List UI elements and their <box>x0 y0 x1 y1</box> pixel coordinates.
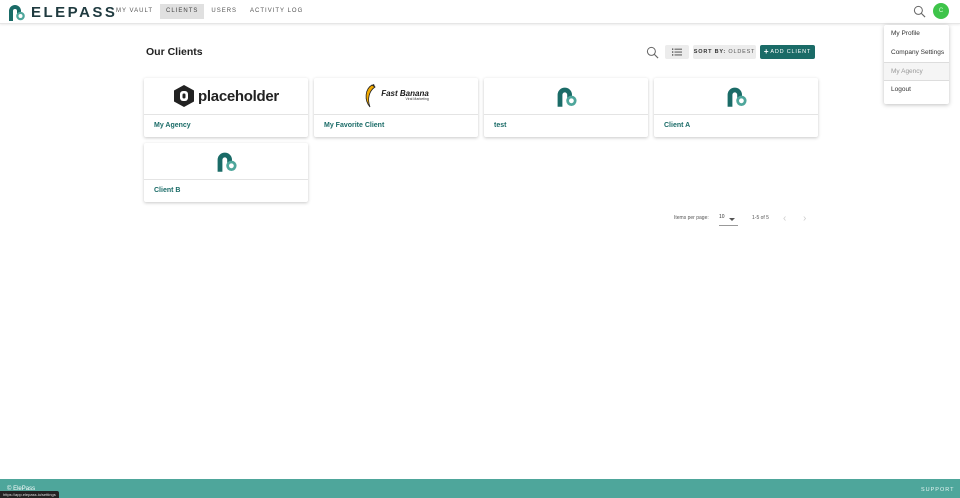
page-title: Our Clients <box>146 46 203 58</box>
banana-icon <box>365 84 376 108</box>
placeholder-logo: placeholder <box>173 84 279 108</box>
main-nav: MY VAULT CLIENTS USERS ACTIVITY LOG <box>110 4 310 19</box>
client-search-icon[interactable] <box>646 46 659 59</box>
client-card[interactable]: test <box>484 78 648 137</box>
nav-activity-log[interactable]: ACTIVITY LOG <box>244 4 309 19</box>
support-link[interactable]: SUPPORT <box>921 487 955 493</box>
items-per-page-value: 10 <box>719 214 725 220</box>
sort-label: SORT BY: <box>693 49 727 55</box>
elepass-logo-icon <box>9 5 25 21</box>
chevron-down-icon[interactable] <box>729 218 735 221</box>
items-per-page-label: Items per page: <box>674 215 709 221</box>
client-name[interactable]: Client A <box>654 115 818 137</box>
footer <box>0 479 960 498</box>
client-logo: Fast Banana Viral Marketing <box>314 78 478 115</box>
sort-button[interactable]: SORT BY: OLDEST <box>693 45 756 59</box>
client-name[interactable]: My Agency <box>144 115 308 137</box>
top-navbar: ELEPASS MY VAULT CLIENTS USERS ACTIVITY … <box>0 0 960 24</box>
nav-my-vault[interactable]: MY VAULT <box>110 4 159 19</box>
placeholder-logo-text: placeholder <box>198 87 279 105</box>
client-card[interactable]: Fast Banana Viral Marketing My Favorite … <box>314 78 478 137</box>
list-view-icon <box>672 48 682 56</box>
client-name[interactable]: test <box>484 115 648 137</box>
next-page-icon[interactable]: › <box>803 213 806 224</box>
client-name[interactable]: Client B <box>144 180 308 202</box>
nav-users[interactable]: USERS <box>205 4 243 19</box>
pagination-range: 1-5 of 5 <box>752 215 769 221</box>
elepass-default-logo-icon <box>557 87 577 107</box>
menu-item-logout[interactable]: Logout <box>884 81 949 100</box>
placeholder-hexagon-icon <box>174 85 195 107</box>
client-card[interactable]: placeholder My Agency <box>144 78 308 137</box>
elepass-logo[interactable]: ELEPASS <box>6 2 117 22</box>
search-icon[interactable] <box>913 5 926 18</box>
nav-clients[interactable]: CLIENTS <box>160 4 205 19</box>
avatar[interactable]: C <box>933 3 949 19</box>
user-menu: My Profile Company Settings My Agency Lo… <box>884 25 949 104</box>
add-client-button[interactable]: +ADD CLIENT <box>760 45 815 59</box>
status-bar-url: https://app.elepass.io/settings <box>0 491 59 498</box>
list-view-button[interactable] <box>665 45 689 59</box>
plus-icon: + <box>763 47 770 56</box>
brand-name: ELEPASS <box>31 3 118 21</box>
client-logo <box>144 143 308 180</box>
client-logo <box>484 78 648 115</box>
client-card[interactable]: Client A <box>654 78 818 137</box>
client-card[interactable]: Client B <box>144 143 308 202</box>
fast-banana-logo: Fast Banana Viral Marketing <box>363 84 429 108</box>
client-name[interactable]: My Favorite Client <box>314 115 478 137</box>
elepass-default-logo-icon <box>727 87 747 107</box>
fast-banana-logo-subtext: Viral Marketing <box>405 97 429 102</box>
menu-item-my-agency: My Agency <box>884 62 949 81</box>
client-logo <box>654 78 818 115</box>
menu-item-company-settings[interactable]: Company Settings <box>884 44 949 63</box>
menu-item-my-profile[interactable]: My Profile <box>884 25 949 44</box>
client-logo: placeholder <box>144 78 308 115</box>
sort-value: OLDEST <box>728 49 756 55</box>
prev-page-icon[interactable]: ‹ <box>783 213 786 224</box>
add-client-label: ADD CLIENT <box>770 49 812 55</box>
elepass-default-logo-icon <box>217 152 237 172</box>
